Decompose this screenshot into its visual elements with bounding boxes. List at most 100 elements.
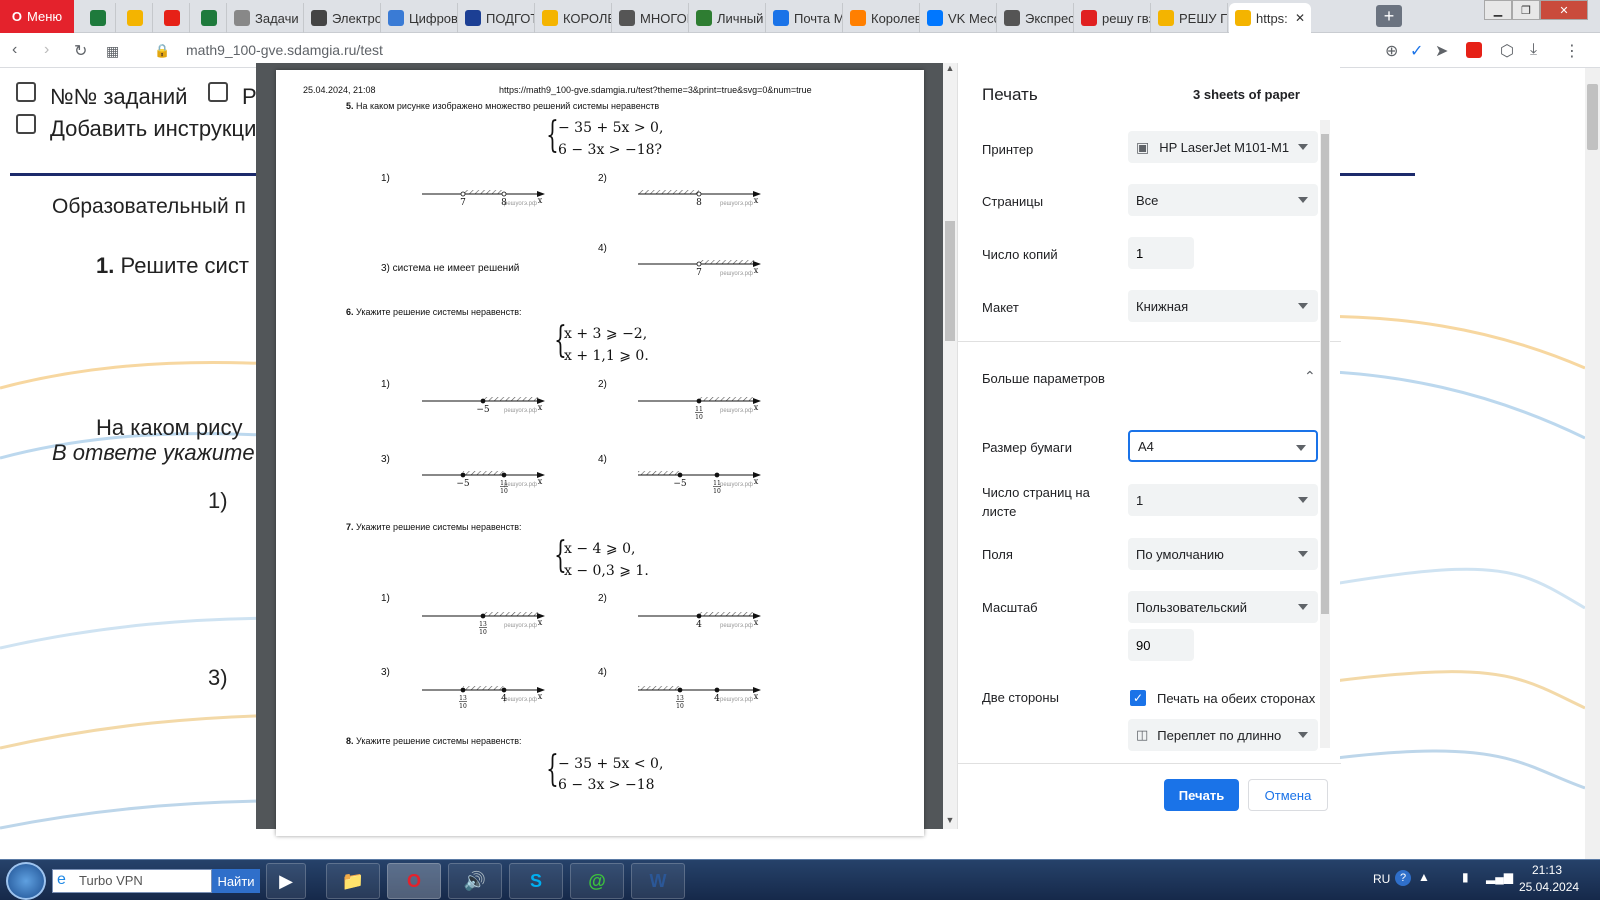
margins-select[interactable]: По умолчанию xyxy=(1128,538,1318,570)
tab-label: Экспрес xyxy=(1025,10,1074,26)
pages-per-sheet-value: 1 xyxy=(1136,492,1144,508)
reload-icon[interactable]: ↻ xyxy=(74,41,87,61)
cancel-button[interactable]: Отмена xyxy=(1248,779,1328,811)
browser-tab[interactable]: КОРОЛЕ xyxy=(536,3,612,33)
search-input[interactable]: e Turbo VPN xyxy=(52,869,212,893)
zoom-icon[interactable]: ⊕ xyxy=(1385,41,1398,61)
printer-icon: ▣ xyxy=(1136,138,1150,155)
pages-per-sheet-select[interactable]: 1 xyxy=(1128,484,1318,516)
word-icon[interactable]: W xyxy=(631,863,685,899)
tray-arrow-icon[interactable]: ▲ xyxy=(1418,870,1430,884)
page-scrollbar[interactable] xyxy=(1585,68,1600,859)
pages-select[interactable]: Все xyxy=(1128,184,1318,216)
browser-tab[interactable]: Почта М xyxy=(767,3,843,33)
printer-select[interactable]: ▣ HP LaserJet M101-M1 xyxy=(1128,131,1318,163)
signal-icon[interactable]: ▂▄▆ xyxy=(1486,870,1513,884)
language-indicator[interactable]: RU xyxy=(1373,872,1390,886)
browser-tab[interactable]: Задачи N xyxy=(228,3,304,33)
q6-line3-point-1 xyxy=(501,472,507,478)
opera-icon[interactable]: O xyxy=(387,863,441,899)
q7-line4-point-0 xyxy=(677,687,683,693)
pinned-tab[interactable] xyxy=(191,3,227,33)
back-icon[interactable]: ‹ xyxy=(12,41,17,59)
copies-input[interactable]: 1 xyxy=(1128,237,1194,269)
search-button[interactable]: Найти xyxy=(212,869,260,893)
browser-tab[interactable]: РЕШУ ГВ xyxy=(1152,3,1228,33)
tab-active[interactable]: https: ✕ xyxy=(1229,3,1311,33)
q6-line1-hatch xyxy=(483,397,540,401)
q6-line3-tick-1-num: 11 xyxy=(500,480,508,487)
close-tab-icon[interactable]: ✕ xyxy=(1295,11,1305,25)
browser-tab[interactable]: ПОДГОТ xyxy=(459,3,535,33)
pinned-tab[interactable] xyxy=(154,3,190,33)
more-settings-label[interactable]: Больше параметров xyxy=(982,371,1105,386)
media-player-icon[interactable]: ▶ xyxy=(266,863,306,899)
q5-line4-tick-0: 7 xyxy=(696,268,702,278)
tab-label: Электро xyxy=(332,10,381,26)
browser-tab[interactable]: Королев xyxy=(844,3,920,33)
org-text: Образовательный п xyxy=(52,195,246,218)
help-icon[interactable]: ? xyxy=(1395,870,1411,886)
tab-label: Цифров xyxy=(409,10,458,26)
speed-dial-icon[interactable]: ▦ xyxy=(106,43,119,60)
maximize-button[interactable]: ❐ xyxy=(1512,0,1540,20)
option2-checkbox[interactable] xyxy=(208,82,228,102)
new-tab-button[interactable]: + xyxy=(1376,5,1402,27)
send-icon[interactable]: ➤ xyxy=(1435,41,1448,61)
download-icon[interactable]: ⤓ xyxy=(1530,41,1537,59)
duplex-checkbox[interactable]: ✓ xyxy=(1130,690,1146,706)
tab-favicon-icon xyxy=(311,10,327,26)
mail-icon[interactable]: @ xyxy=(570,863,624,899)
more-menu-icon[interactable]: ⋮ xyxy=(1564,41,1580,61)
browser-tab[interactable]: решу гвз xyxy=(1075,3,1151,33)
preview-scrollbar[interactable]: ▲ ▼ xyxy=(943,63,957,829)
clock-date[interactable]: 25.04.2024 xyxy=(1519,880,1579,894)
chevron-up-icon[interactable]: ⌃ xyxy=(1304,368,1316,385)
q6-line2-tick-0-den: 10 xyxy=(695,414,703,421)
skype-icon[interactable]: S xyxy=(509,863,563,899)
url-field[interactable]: math9_100-gve.sdamgia.ru/test xyxy=(186,42,383,58)
instruction-checkbox[interactable] xyxy=(16,114,36,134)
browser-menu-button[interactable]: O Меню xyxy=(0,0,74,33)
pinned-tab[interactable] xyxy=(117,3,153,33)
browser-tab[interactable]: Личный xyxy=(690,3,766,33)
print-button[interactable]: Печать xyxy=(1164,779,1239,811)
scale-select[interactable]: Пользовательский xyxy=(1128,591,1318,623)
extension-icon[interactable] xyxy=(1466,42,1482,58)
duplex-mode-select[interactable]: ◫ Переплет по длинно xyxy=(1128,719,1318,751)
tab-label: решу гвз xyxy=(1102,10,1151,26)
numbers-checkbox[interactable] xyxy=(16,82,36,102)
clock-time[interactable]: 21:13 xyxy=(1532,863,1562,877)
browser-tab[interactable]: Электро xyxy=(305,3,381,33)
page-scrollbar-thumb[interactable] xyxy=(1587,84,1598,150)
preview-scroll-down-icon[interactable]: ▼ xyxy=(943,815,957,829)
tab-favicon-icon xyxy=(1235,10,1251,26)
scale-value: Пользовательский xyxy=(1136,599,1248,615)
pinned-tab[interactable] xyxy=(80,3,116,33)
panel-scrollbar-thumb[interactable] xyxy=(1321,134,1329,614)
browser-tab[interactable]: VK Месс xyxy=(921,3,997,33)
browser-tab[interactable]: Экспрес xyxy=(998,3,1074,33)
start-button[interactable] xyxy=(6,862,46,900)
option2-label: Р xyxy=(242,84,257,109)
panel-scrollbar[interactable] xyxy=(1320,120,1330,748)
preview-scrollbar-thumb[interactable] xyxy=(945,221,955,341)
explorer-icon[interactable]: 📁 xyxy=(326,863,380,899)
q6-line3-x-label: x xyxy=(538,477,543,486)
box-icon[interactable]: ⬡ xyxy=(1500,41,1514,61)
q5-line2-point-0 xyxy=(696,191,702,197)
preview-scroll-up-icon[interactable]: ▲ xyxy=(943,63,957,77)
forward-icon[interactable]: › xyxy=(44,41,49,59)
close-window-button[interactable]: ✕ xyxy=(1540,0,1588,20)
q7-line3-x-label: x xyxy=(538,692,543,701)
network-icon[interactable]: ▮ xyxy=(1462,870,1469,884)
volume-icon[interactable]: 🔊 xyxy=(448,863,502,899)
paper-size-select[interactable]: A4 xyxy=(1128,430,1318,462)
q7-line1-x-label: x xyxy=(538,618,543,627)
browser-tab[interactable]: Цифров xyxy=(382,3,458,33)
shield-icon[interactable]: ✓ xyxy=(1410,41,1423,61)
scale-input[interactable]: 90 xyxy=(1128,629,1194,661)
minimize-button[interactable]: ▁ xyxy=(1484,0,1512,20)
browser-tab[interactable]: МНОГОК xyxy=(613,3,689,33)
layout-select[interactable]: Книжная xyxy=(1128,290,1318,322)
